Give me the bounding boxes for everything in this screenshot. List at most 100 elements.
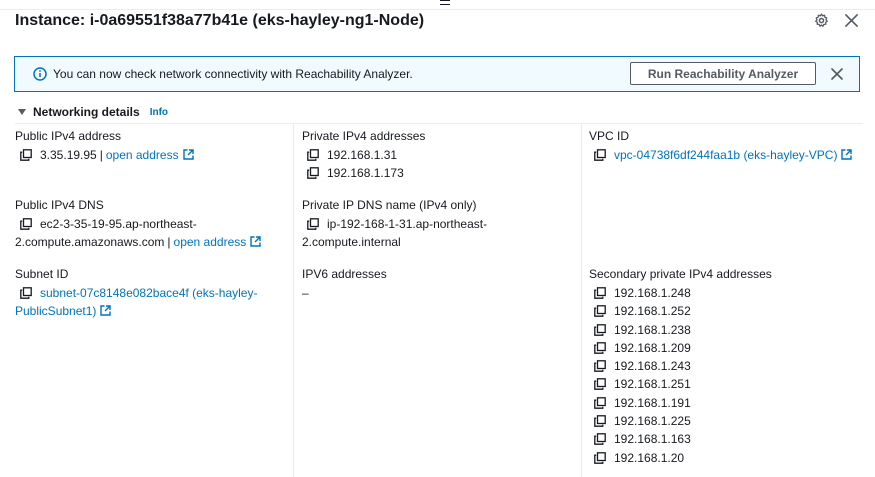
info-link[interactable]: Info <box>150 107 168 118</box>
external-link-icon <box>841 149 853 160</box>
ipv6-value: – <box>302 286 309 300</box>
copy-icon[interactable] <box>307 167 319 180</box>
settings-icon[interactable] <box>813 12 829 28</box>
subnet-id-field: Subnet ID subnet-07c8148e082bace4f (eks-… <box>15 265 257 320</box>
copy-icon[interactable] <box>594 287 606 299</box>
copy-icon[interactable] <box>307 218 319 230</box>
list-item: 192.168.1.251 <box>594 375 772 393</box>
networking-details-header[interactable]: Networking details Info <box>17 105 168 119</box>
subnet-id-link[interactable]: subnet-07c8148e082bace4f (eks-hayley- <box>40 284 257 302</box>
private-dns-value-line1: ip-192-168-1-31.ap-northeast- <box>327 217 488 231</box>
copy-icon[interactable] <box>594 323 606 336</box>
private-ipv4-value: 192.168.1.31 <box>327 148 398 162</box>
private-dns-field: Private IP DNS name (IPv4 only) ip-192-1… <box>302 196 487 251</box>
field-label: Secondary private IPv4 addresses <box>589 267 772 281</box>
list-item: 192.168.1.225 <box>594 412 772 430</box>
secondary-private-ipv4-field: Secondary private IPv4 addresses 192.168… <box>589 265 772 467</box>
field-label: Subnet ID <box>15 267 69 281</box>
public-ipv4-field: Public IPv4 address 3.35.19.95 | open ad… <box>15 127 194 164</box>
column-divider <box>581 124 582 477</box>
private-ipv4-field: Private IPv4 addresses 192.168.1.31 192.1… <box>302 127 425 183</box>
ipv6-value-row: – <box>302 284 387 302</box>
copy-icon[interactable] <box>594 415 606 427</box>
public-dns-value-line1: ec2-3-35-19-95.ap-northeast- <box>40 217 197 231</box>
field-label: IPV6 addresses <box>302 267 387 281</box>
private-dns-value-line2: 2.compute.internal <box>302 235 401 249</box>
alert-message: You can now check network connectivity w… <box>53 67 413 81</box>
section-divider <box>15 123 863 124</box>
public-ipv4-value-row: 3.35.19.95 | open address <box>20 146 194 164</box>
info-icon <box>33 67 47 81</box>
copy-icon[interactable] <box>594 378 606 391</box>
secondary-ipv4-value: 192.168.1.191 <box>614 395 691 410</box>
secondary-ipv4-value: 192.168.1.243 <box>614 359 691 374</box>
vpc-id-link[interactable]: vpc-04738f6df244faa1b (eks-hayley-VPC) <box>614 146 853 164</box>
private-dns-value-row: ip-192-168-1-31.ap-northeast- <box>307 215 487 233</box>
list-item: 192.168.1.31 <box>307 146 425 164</box>
secondary-ipv4-value: 192.168.1.225 <box>614 414 691 429</box>
run-reachability-analyzer-button[interactable]: Run Reachability Analyzer <box>630 62 816 85</box>
instance-details-panel: Instance: i-0a69551f38a77b41e (eks-hayle… <box>0 0 875 477</box>
secondary-ipv4-value: 192.168.1.251 <box>614 377 691 392</box>
subnet-id-value-row: subnet-07c8148e082bace4f (eks-hayley- <box>20 284 257 302</box>
page-title: Instance: i-0a69551f38a77b41e (eks-hayle… <box>15 12 425 29</box>
copy-icon[interactable] <box>594 149 606 161</box>
private-dns-value-row2: 2.compute.internal <box>302 233 487 251</box>
dismiss-icon[interactable] <box>830 67 844 81</box>
column-divider <box>293 124 294 477</box>
secondary-private-ipv4-list: 192.168.1.248 192.168.1.252 192.168.1.238 1… <box>594 284 772 467</box>
copy-icon[interactable] <box>594 305 606 318</box>
public-dns-value-line2: 2.compute.amazonaws.com <box>15 235 165 249</box>
subnet-id-link-line2[interactable]: PublicSubnet1) <box>15 302 112 320</box>
field-label: Public IPv4 DNS <box>15 198 104 212</box>
ipv6-field: IPV6 addresses – <box>302 265 387 302</box>
copy-icon[interactable] <box>307 149 319 161</box>
list-item: 192.168.1.248 <box>594 284 772 302</box>
reachability-alert: You can now check network connectivity w… <box>14 56 860 92</box>
private-ipv4-value: 192.168.1.173 <box>327 166 404 181</box>
list-item: 192.168.1.191 <box>594 394 772 412</box>
vpc-id-field: VPC ID vpc-04738f6df244faa1b (eks-hayley… <box>589 127 853 164</box>
secondary-ipv4-value: 192.168.1.163 <box>614 432 691 447</box>
list-item: 192.168.1.209 <box>594 339 772 357</box>
external-link-icon <box>182 149 194 160</box>
field-label: VPC ID <box>589 129 630 143</box>
list-item: 192.168.1.173 <box>307 164 425 182</box>
header-actions <box>813 12 859 28</box>
private-ipv4-list: 192.168.1.31 192.168.1.173 <box>307 146 425 183</box>
copy-icon[interactable] <box>20 149 32 161</box>
secondary-ipv4-value: 192.168.1.252 <box>614 304 691 319</box>
subnet-id-value-row2: PublicSubnet1) <box>15 302 257 320</box>
list-item: 192.168.1.252 <box>594 302 772 320</box>
separator: | <box>99 148 103 162</box>
list-item: 192.168.1.238 <box>594 321 772 339</box>
separator: | <box>167 235 171 249</box>
open-address-link[interactable]: open address <box>106 146 194 164</box>
copy-icon[interactable] <box>594 342 606 354</box>
field-label: Public IPv4 address <box>15 129 122 143</box>
secondary-ipv4-value: 192.168.1.248 <box>614 286 691 300</box>
copy-icon[interactable] <box>594 433 606 446</box>
resize-handle[interactable] <box>440 0 450 8</box>
secondary-ipv4-value: 192.168.1.209 <box>614 340 691 355</box>
caret-down-icon[interactable] <box>17 107 27 117</box>
copy-icon[interactable] <box>594 360 606 373</box>
external-link-icon <box>100 305 112 316</box>
secondary-ipv4-value: 192.168.1.20 <box>614 450 685 465</box>
field-label: Private IP DNS name (IPv4 only) <box>302 198 477 212</box>
open-address-link[interactable]: open address <box>174 233 262 251</box>
panel-top-divider <box>0 9 875 10</box>
list-item: 192.168.1.243 <box>594 357 772 375</box>
secondary-ipv4-value: 192.168.1.238 <box>614 322 691 337</box>
public-dns-field: Public IPv4 DNS ec2-3-35-19-95.ap-northe… <box>15 196 261 251</box>
close-icon[interactable] <box>843 12 859 28</box>
list-item: 192.168.1.163 <box>594 430 772 448</box>
section-title: Networking details <box>33 105 140 119</box>
copy-icon[interactable] <box>20 218 32 230</box>
external-link-icon <box>250 236 261 247</box>
copy-icon[interactable] <box>20 287 32 299</box>
copy-icon[interactable] <box>594 451 606 464</box>
vpc-id-value-row: vpc-04738f6df244faa1b (eks-hayley-VPC) <box>594 146 853 164</box>
public-ipv4-value: 3.35.19.95 <box>40 148 97 162</box>
copy-icon[interactable] <box>594 396 606 409</box>
